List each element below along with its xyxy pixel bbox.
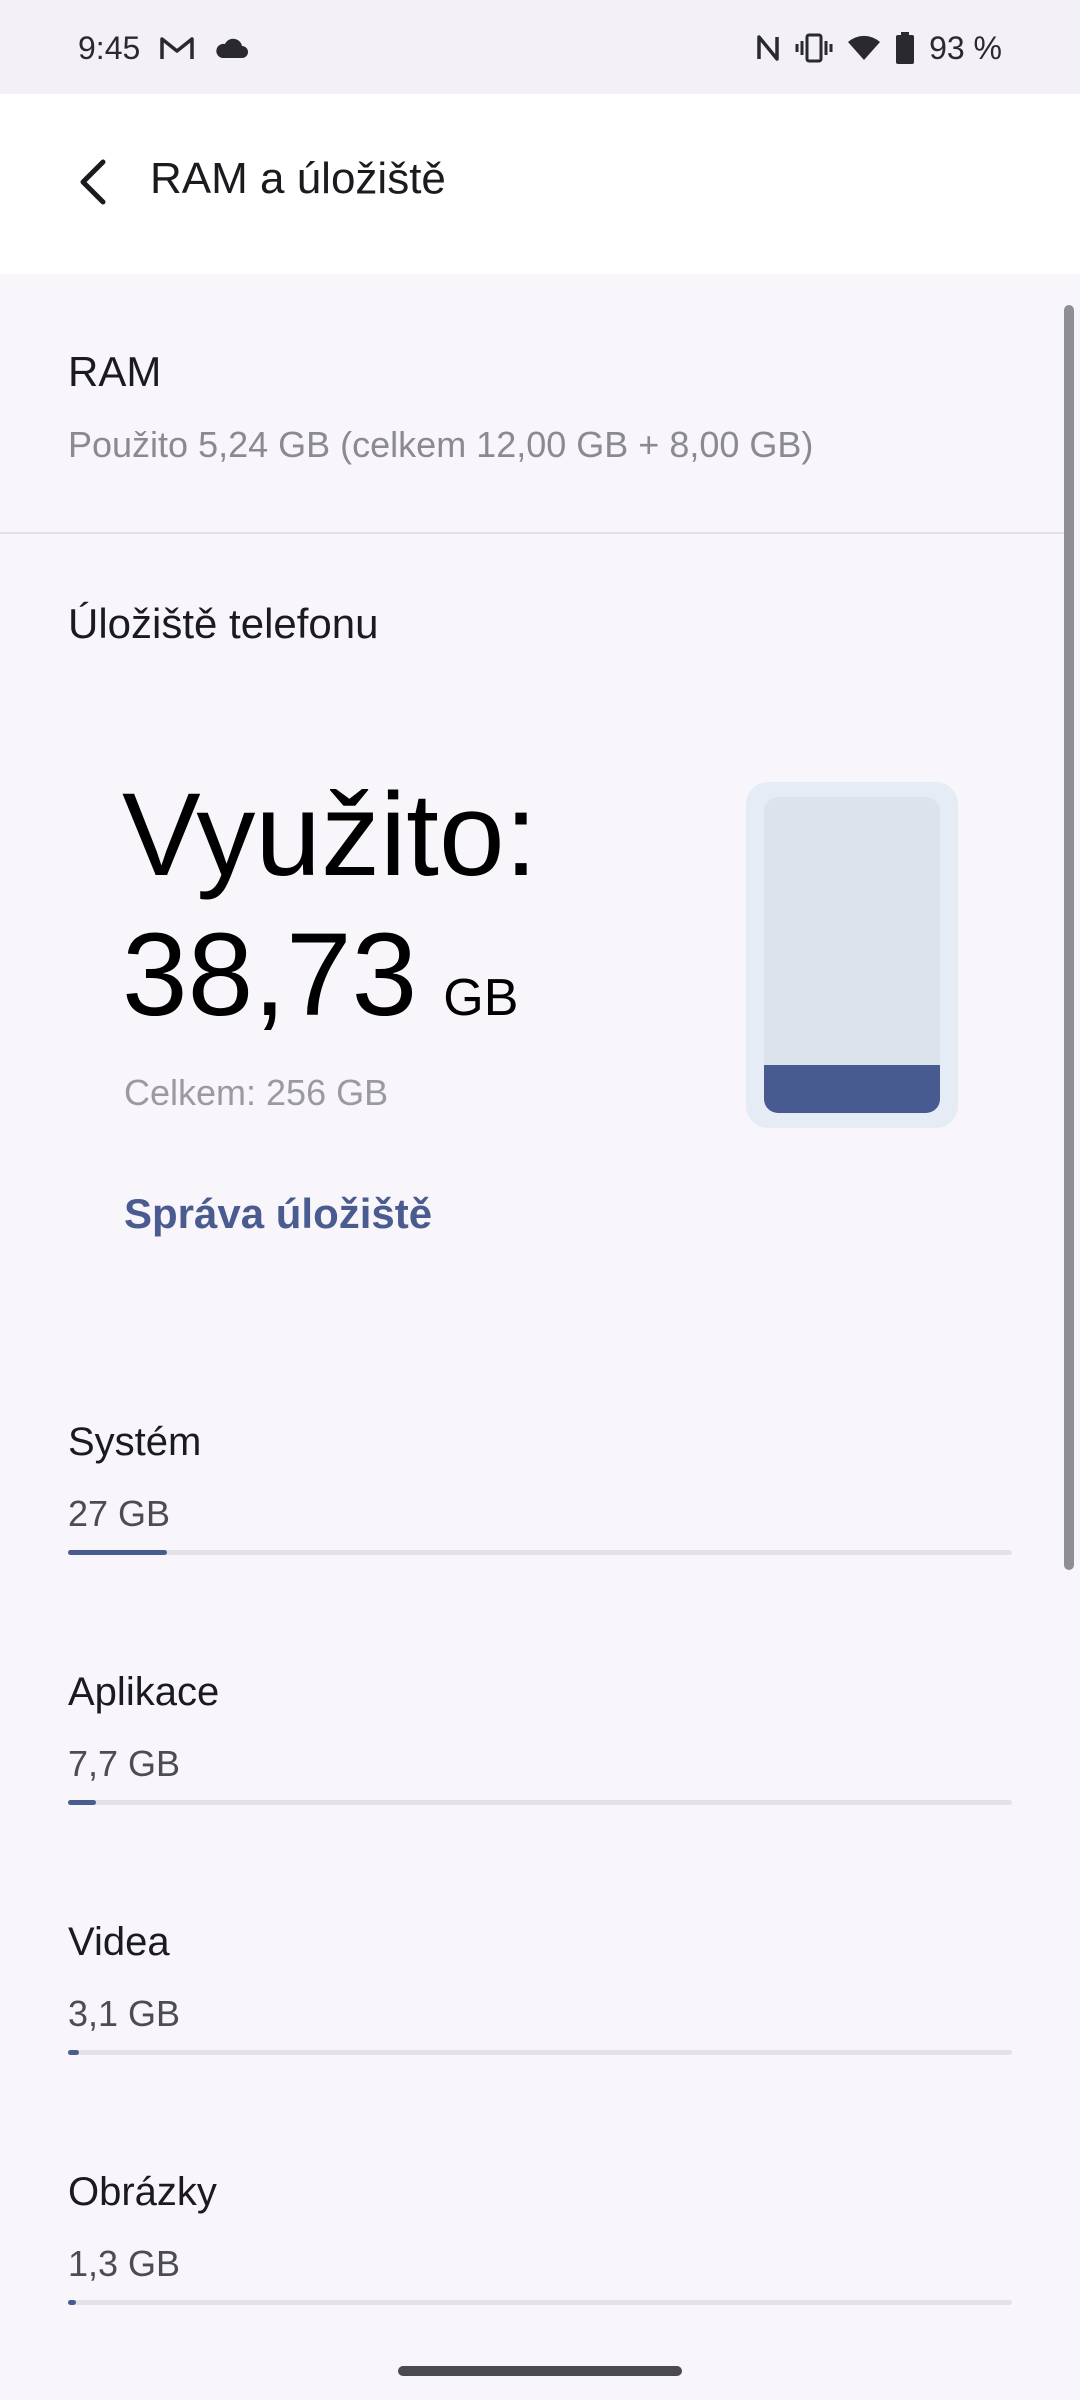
status-time: 9:45 xyxy=(78,29,141,66)
content-area[interactable] xyxy=(0,274,1080,2400)
category-item-apps[interactable]: Aplikace 7,7 GB xyxy=(68,1670,1012,1805)
manage-storage-button[interactable]: Správa úložiště xyxy=(124,1190,432,1238)
category-progress-fill xyxy=(68,1550,168,1555)
category-progress-fill xyxy=(68,1800,97,1805)
category-progress-fill xyxy=(68,2050,80,2055)
category-name: Systém xyxy=(68,1420,202,1464)
category-progress-track xyxy=(68,1800,1012,1805)
app-bar: RAM a úložiště xyxy=(0,94,1080,274)
status-bar: 9:45 93 % xyxy=(0,0,1080,94)
page-title: RAM a úložiště xyxy=(150,154,446,203)
category-name: Obrázky xyxy=(68,2170,217,2214)
status-right: 93 % xyxy=(755,28,1002,68)
status-left: 9:45 xyxy=(78,28,249,68)
category-progress-track xyxy=(68,2050,1012,2055)
gmail-icon xyxy=(160,35,195,61)
vibrate-icon xyxy=(795,33,833,63)
category-size: 3,1 GB xyxy=(68,1993,181,2034)
scrollbar[interactable] xyxy=(1064,305,1074,1570)
gesture-navigation-bar[interactable] xyxy=(398,2366,682,2376)
category-size: 27 GB xyxy=(68,1493,171,1534)
total-storage: Celkem: 256 GB xyxy=(124,1072,389,1113)
divider xyxy=(0,532,1064,534)
wifi-icon xyxy=(847,34,881,62)
category-item-system[interactable]: Systém 27 GB xyxy=(68,1420,1012,1555)
category-name: Videa xyxy=(68,1920,170,1964)
category-name: Aplikace xyxy=(68,1670,220,1714)
cloud-icon xyxy=(214,36,249,60)
storage-usage-phone-graphic xyxy=(746,782,958,1128)
category-size: 7,7 GB xyxy=(68,1743,181,1784)
category-progress-track xyxy=(68,1550,1012,1555)
used-value: 38,73 GB xyxy=(122,910,518,1040)
ram-info[interactable]: RAM Použito 5,24 GB (celkem 12,00 GB + 8… xyxy=(68,348,813,466)
used-label: Využito: xyxy=(122,769,538,901)
back-button[interactable] xyxy=(58,142,128,226)
storage-section-title: Úložiště telefonu xyxy=(68,600,379,647)
nfc-icon xyxy=(755,33,781,63)
category-item-images[interactable]: Obrázky 1,3 GB xyxy=(68,2170,1012,2305)
used-amount: 38,73 xyxy=(122,909,418,1041)
category-progress-fill xyxy=(68,2300,76,2305)
ram-summary: Použito 5,24 GB (celkem 12,00 GB + 8,00 … xyxy=(68,424,814,465)
phone-screen xyxy=(764,797,940,1113)
category-progress-track xyxy=(68,2300,1012,2305)
used-unit: GB xyxy=(443,969,519,1027)
phone-usage-fill xyxy=(764,1065,940,1113)
back-arrow-icon xyxy=(73,157,113,212)
category-item-videos[interactable]: Videa 3,1 GB xyxy=(68,1920,1012,2055)
battery-percent: 93 % xyxy=(929,29,1002,66)
ram-title: RAM xyxy=(68,348,162,395)
category-size: 1,3 GB xyxy=(68,2243,181,2284)
battery-icon xyxy=(895,32,915,64)
